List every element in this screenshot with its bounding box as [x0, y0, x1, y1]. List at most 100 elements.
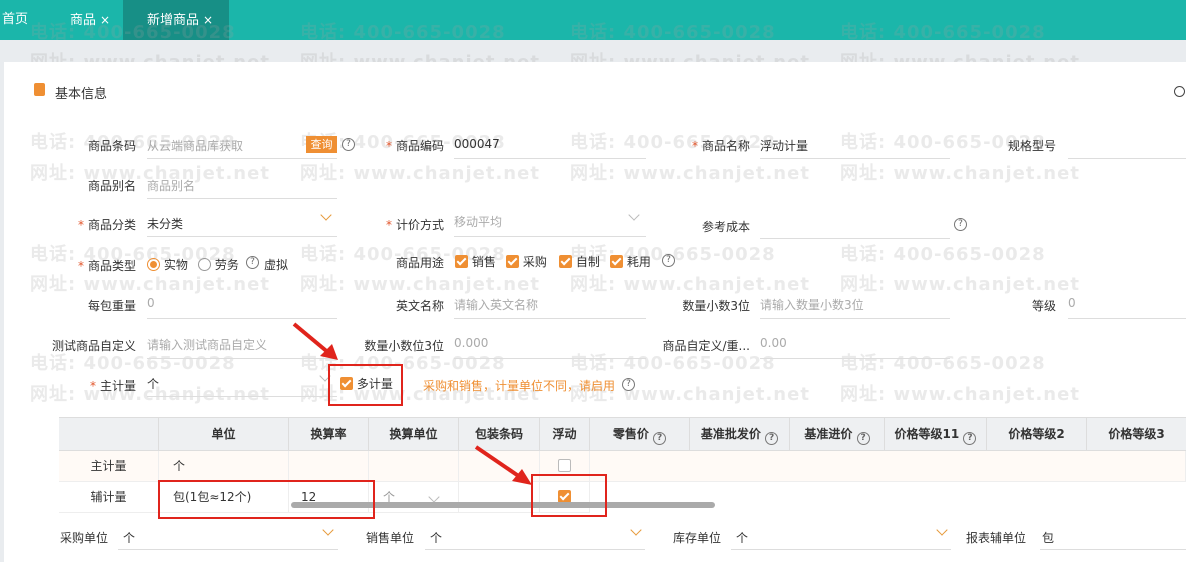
help-icon[interactable]: ?	[246, 256, 259, 269]
product-code-label: * 商品编码	[385, 139, 444, 153]
section-title: 基本信息	[55, 87, 108, 102]
chevron-down-icon[interactable]	[321, 213, 331, 223]
category-label: * 商品分类	[77, 218, 136, 232]
custom2-field[interactable]: 0.00	[760, 336, 787, 350]
conv-unit-cell[interactable]: 个	[369, 482, 459, 513]
tab-products-label: 商品	[70, 13, 97, 28]
purchase-unit-label: 采购单位	[60, 531, 109, 545]
help-icon[interactable]: ?	[662, 254, 675, 267]
tab-home[interactable]: 首页	[0, 0, 46, 40]
help-icon[interactable]: ?	[856, 432, 870, 445]
watermark-web: 网址: www.chanjet.net	[300, 163, 540, 184]
watermark-web: 网址: www.chanjet.net	[840, 163, 1080, 184]
table-header-cell: 价格等级2	[987, 418, 1087, 451]
type-option-virtual[interactable]: 虚拟	[264, 256, 288, 273]
chevron-down-icon[interactable]	[937, 528, 947, 538]
table-header-corner	[59, 418, 159, 451]
chevron-down-icon[interactable]	[323, 528, 333, 538]
table-header-cell: 浮动	[540, 418, 590, 451]
tab-home-label: 首页	[2, 12, 29, 27]
custom-field-input[interactable]: 请输入测试商品自定义	[147, 336, 267, 353]
conv-unit-cell[interactable]	[369, 451, 459, 482]
stock-unit-label: 库存单位	[673, 531, 722, 545]
product-name-label: * 商品名称	[691, 139, 750, 153]
help-icon[interactable]: ?	[963, 432, 977, 445]
ref-cost-label: 参考成本	[701, 220, 750, 234]
table-header-cell: 换算单位	[369, 418, 459, 451]
watermark-web: 网址: www.chanjet.net	[300, 274, 540, 295]
close-icon[interactable]: ×	[203, 13, 213, 27]
type-radio-service[interactable]: 劳务	[198, 256, 239, 273]
sales-unit-select[interactable]: 个	[430, 529, 442, 546]
play-icon[interactable]	[1174, 86, 1185, 97]
help-icon[interactable]: ?	[342, 138, 355, 151]
usage-checkbox-consume[interactable]: 耗用	[610, 253, 651, 270]
watermark-web: 网址: www.chanjet.net	[570, 163, 810, 184]
annotation-arrow	[474, 445, 532, 485]
en-name-label: 英文名称	[395, 299, 444, 313]
report-unit-select[interactable]: 包	[1042, 529, 1054, 546]
category-select[interactable]: 未分类	[147, 215, 183, 232]
annotation-box-aux-unit	[158, 480, 375, 519]
product-code-field[interactable]: 000047	[454, 137, 500, 151]
multi-unit-hint: 采购和销售，计量单位不同，请启用	[423, 379, 616, 393]
en-name-input[interactable]: 请输入英文名称	[454, 296, 538, 313]
table-header-cell: 价格等级11 ?	[885, 418, 987, 451]
product-type-label: * 商品类型	[77, 259, 136, 273]
chevron-down-icon[interactable]	[631, 528, 641, 538]
query-button[interactable]: 查询	[306, 136, 337, 153]
watermark-web: 网址: www.chanjet.net	[840, 274, 1080, 295]
table-header-cell: 基准进价 ?	[790, 418, 885, 451]
help-icon[interactable]: ?	[622, 378, 635, 391]
qty-decimal-label: 数量小数位3位	[364, 339, 444, 353]
grade-label: 等级	[1031, 299, 1056, 313]
tab-new-product-label: 新增商品	[147, 13, 200, 28]
help-icon[interactable]: ?	[765, 432, 779, 445]
rate-cell[interactable]	[289, 451, 369, 482]
sales-unit-label: 销售单位	[366, 531, 415, 545]
grade-field[interactable]: 0	[1068, 296, 1076, 310]
pricing-method-label: * 计价方式	[385, 218, 444, 232]
watermark-web: 网址: www.chanjet.net	[840, 384, 1080, 405]
row-label: 辅计量	[59, 482, 159, 513]
usage-checkbox-purchase[interactable]: 采购	[506, 253, 547, 270]
watermark-web: 网址: www.chanjet.net	[570, 274, 810, 295]
floating-checkbox[interactable]	[558, 459, 571, 472]
type-radio-physical[interactable]: 实物	[147, 256, 188, 273]
unit-cell[interactable]: 个	[159, 451, 289, 482]
spec-label: 规格型号	[1007, 139, 1056, 153]
tab-bar: 首页 商品 × 新增商品 ×	[0, 0, 1186, 40]
annotation-box-floating	[531, 474, 607, 517]
main-unit-select[interactable]: 个	[147, 375, 159, 392]
barcode-input[interactable]: 从云端商品库获取	[147, 137, 243, 154]
watermark-phone: 电话: 400-665-0028	[840, 244, 1046, 265]
row-label: 主计量	[59, 451, 159, 482]
qty3-input[interactable]: 请输入数量小数3位	[760, 296, 864, 313]
pricing-method-select[interactable]: 移动平均	[454, 213, 502, 230]
weight-label: 每包重量	[87, 299, 136, 313]
tab-new-product[interactable]: 新增商品 ×	[123, 0, 229, 40]
purchase-unit-select[interactable]: 个	[123, 529, 135, 546]
custom-field-label: 测试商品自定义	[51, 339, 136, 353]
qty3-label: 数量小数3位	[682, 299, 750, 313]
barcode-label: 商品条码	[87, 139, 136, 153]
usage-checkbox-make[interactable]: 自制	[559, 253, 600, 270]
table-header-cell: 价格等级3	[1087, 418, 1186, 451]
chevron-down-icon[interactable]	[629, 213, 639, 223]
close-icon[interactable]: ×	[100, 13, 110, 27]
help-icon[interactable]: ?	[954, 218, 967, 231]
tab-products[interactable]: 商品 ×	[62, 0, 120, 40]
alias-label: 商品别名	[87, 179, 136, 193]
alias-input[interactable]: 商品别名	[147, 177, 195, 194]
report-unit-label: 报表辅单位	[966, 531, 1027, 545]
document-icon	[34, 83, 45, 96]
qty-decimal-field[interactable]: 0.000	[454, 336, 488, 350]
custom2-label: 商品自定义/重...	[662, 339, 751, 353]
help-icon[interactable]: ?	[653, 432, 667, 445]
weight-field[interactable]: 0	[147, 296, 155, 310]
stock-unit-select[interactable]: 个	[736, 529, 748, 546]
usage-checkbox-sales[interactable]: 销售	[455, 253, 496, 270]
annotation-box-multi-unit	[328, 364, 403, 406]
product-name-field[interactable]: 浮动计量	[760, 137, 808, 154]
annotation-arrow	[292, 322, 338, 360]
